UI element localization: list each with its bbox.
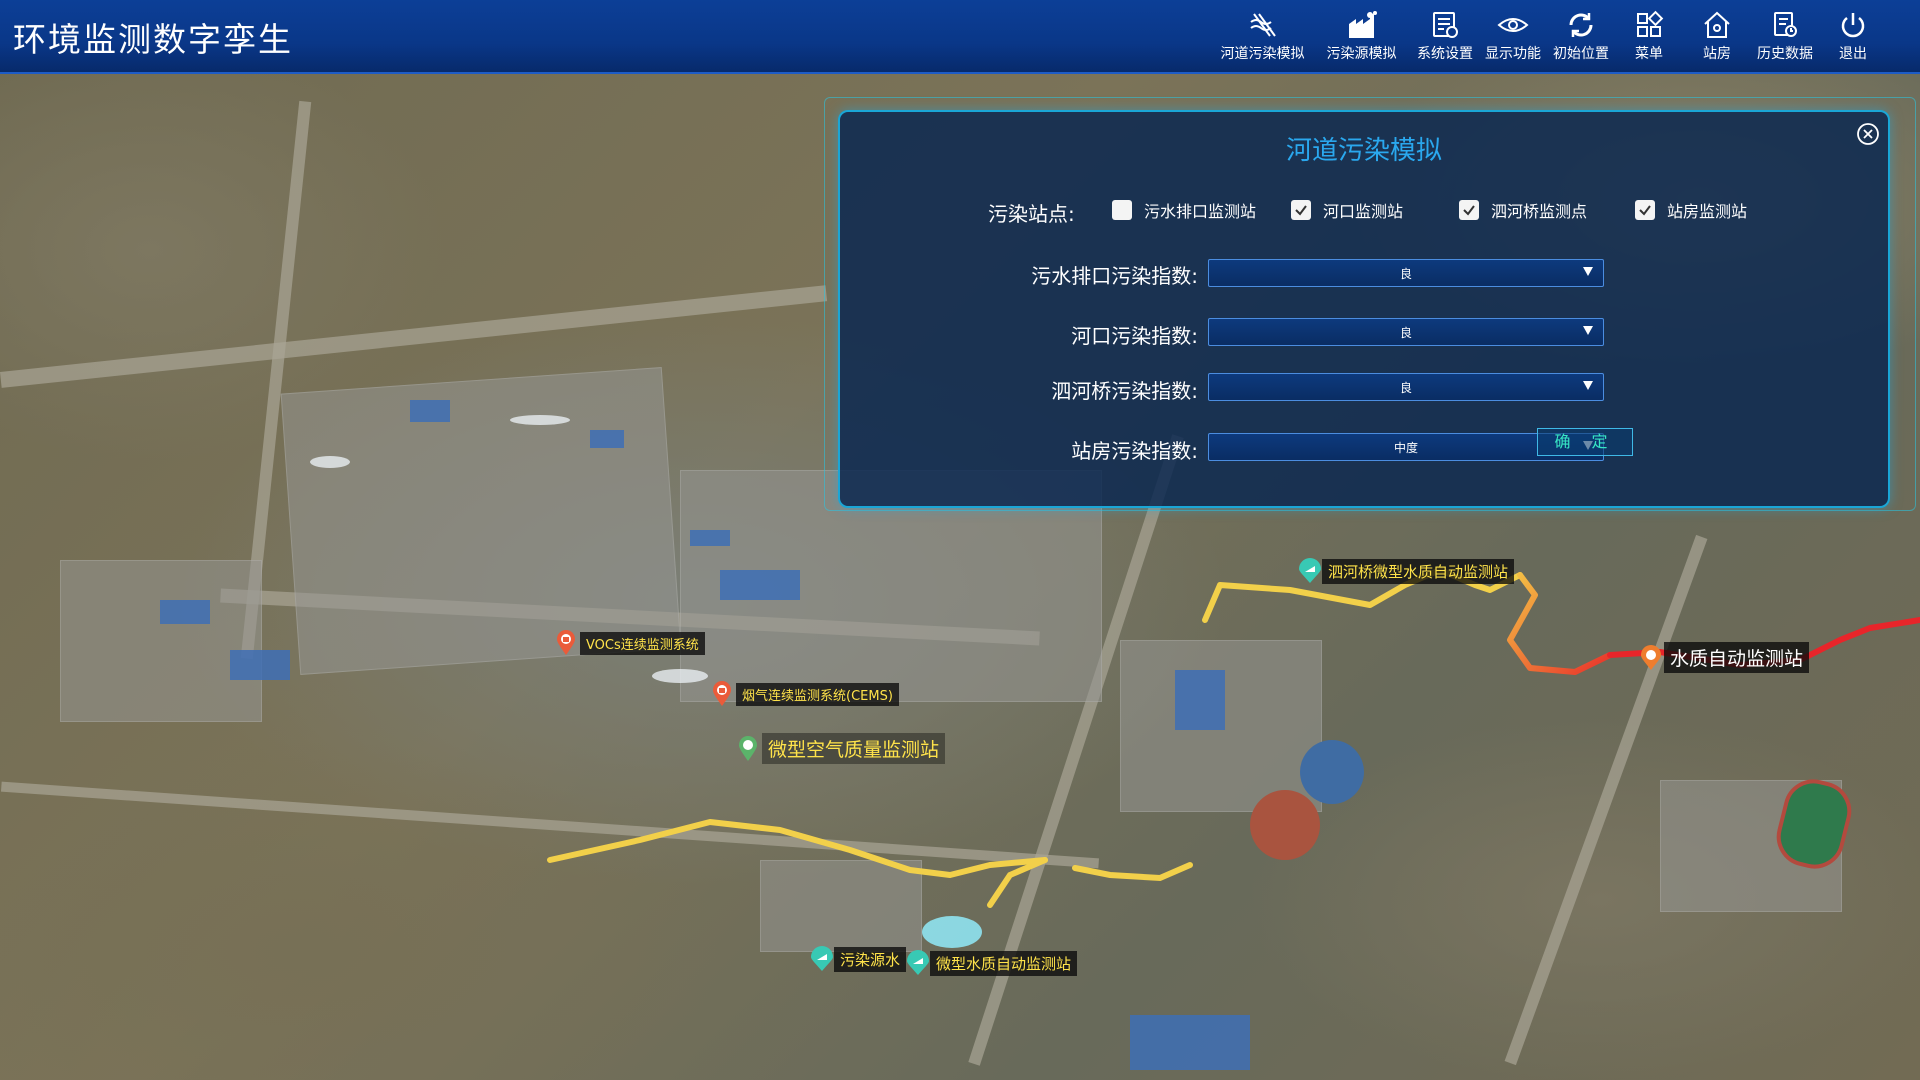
- marker-cems[interactable]: 烟气连续监测系统(CEMS): [712, 681, 899, 707]
- factory-pin-icon: [556, 630, 576, 656]
- chevron-down-icon: [1583, 267, 1593, 276]
- station-checkbox-outfall[interactable]: 污水排口监测站: [1112, 198, 1256, 222]
- checkbox-unchecked[interactable]: [1112, 200, 1132, 220]
- marker-label: 微型空气质量监测站: [762, 733, 946, 764]
- history-doc-icon: [1769, 8, 1801, 42]
- water-station-pin-icon: [1640, 644, 1661, 671]
- confirm-button[interactable]: 确 定: [1537, 428, 1633, 456]
- tool-river-pollution-button[interactable]: 河道污染模拟: [1214, 8, 1311, 68]
- marker-label: 泗河桥微型水质自动监测站: [1322, 558, 1515, 584]
- station-checkbox-estuary[interactable]: 河口监测站: [1291, 198, 1403, 222]
- tool-label: 菜单: [1635, 46, 1663, 62]
- tool-exit-button[interactable]: 退出: [1820, 8, 1886, 68]
- water-pin-icon: [906, 950, 929, 976]
- toolbar: 河道污染模拟 污染源模拟 系统设置 显示功能 初始位置 菜单 站房 历史数据 退…: [1212, 8, 1886, 68]
- tool-label: 站房: [1703, 46, 1731, 62]
- tool-initial-position-button[interactable]: 初始位置: [1548, 8, 1614, 68]
- station-label: 泗河桥监测点: [1491, 202, 1588, 221]
- station-checkbox-station-house[interactable]: 站房监测站: [1635, 198, 1747, 222]
- index-label-estuary: 河口污染指数:: [1071, 324, 1198, 348]
- river-segment-yellow: [1072, 862, 1193, 882]
- river-segment-yellow: [547, 819, 1048, 878]
- marker-label: VOCs连续监测系统: [580, 631, 705, 655]
- smoke-plume: [310, 456, 350, 468]
- smoke-plume: [510, 415, 570, 425]
- factory-pin-icon: [712, 681, 732, 707]
- station-label: 站房监测站: [1667, 202, 1748, 221]
- settings-doc-icon: [1429, 8, 1461, 42]
- index-select-outfall[interactable]: 良: [1208, 259, 1604, 287]
- close-button[interactable]: [1856, 122, 1880, 146]
- dialog-title: 河道污染模拟: [1285, 136, 1442, 166]
- pollution-water-area: [922, 916, 982, 948]
- index-label-sihe-bridge: 泗河桥污染指数:: [1051, 379, 1198, 403]
- marker-air-station[interactable]: 微型空气质量监测站: [738, 733, 946, 764]
- marker-pollution-source[interactable]: 污染源水: [810, 946, 907, 972]
- tool-menu-button[interactable]: 菜单: [1616, 8, 1682, 68]
- tool-pollution-source-button[interactable]: 污染源模拟: [1313, 8, 1410, 68]
- tool-system-settings-button[interactable]: 系统设置: [1412, 8, 1478, 68]
- marker-vocs[interactable]: VOCs连续监测系统: [556, 630, 705, 656]
- factory-icon: [1346, 8, 1378, 42]
- index-label-outfall: 污水排口污染指数:: [1031, 264, 1198, 288]
- chevron-down-icon: [1583, 326, 1593, 335]
- tool-label: 河道污染模拟: [1220, 46, 1305, 62]
- select-value: 良: [1399, 326, 1412, 340]
- marker-sihe-bridge-station[interactable]: 泗河桥微型水质自动监测站: [1298, 558, 1515, 584]
- index-label-station-house: 站房污染指数:: [1071, 439, 1198, 463]
- marker-label: 微型水质自动监测站: [930, 950, 1078, 976]
- reset-icon: [1565, 8, 1597, 42]
- station-label: 污水排口监测站: [1144, 202, 1257, 221]
- marker-label: 污染源水: [834, 946, 907, 972]
- marker-water-auto-station[interactable]: 水质自动监测站: [1640, 642, 1810, 673]
- check-icon: [1463, 205, 1475, 216]
- power-icon: [1837, 8, 1869, 42]
- index-select-sihe-bridge[interactable]: 良: [1208, 373, 1604, 401]
- air-pin-icon: [738, 735, 758, 762]
- tool-display-button[interactable]: 显示功能: [1480, 8, 1546, 68]
- tool-label: 污染源模拟: [1326, 46, 1397, 62]
- river-pollution-dialog: 河道污染模拟 污染站点: 污水排口监测站 河口监测站 泗河桥监测点 站房监测站 …: [838, 110, 1890, 508]
- marker-label: 烟气连续监测系统(CEMS): [736, 682, 899, 706]
- river-pollution-icon: [1247, 8, 1279, 42]
- river-segment-orange: [1507, 572, 1613, 675]
- tool-station-house-button[interactable]: 站房: [1684, 8, 1750, 68]
- app-header: 环境监测数字孪生 河道污染模拟 污染源模拟 系统设置 显示功能 初始位置 菜单 …: [0, 0, 1920, 74]
- chevron-down-icon: [1583, 381, 1593, 390]
- smoke-plume: [652, 669, 708, 683]
- marker-micro-water-station[interactable]: 微型水质自动监测站: [906, 950, 1078, 976]
- check-icon: [1295, 205, 1307, 216]
- house-icon: [1701, 8, 1733, 42]
- tool-label: 显示功能: [1485, 46, 1541, 62]
- check-icon: [1639, 205, 1651, 216]
- close-icon: [1857, 123, 1879, 145]
- grid-menu-icon: [1633, 8, 1665, 42]
- tool-label: 初始位置: [1553, 46, 1609, 62]
- station-checkbox-sihe-bridge[interactable]: 泗河桥监测点: [1459, 198, 1587, 222]
- checkbox-checked[interactable]: [1291, 200, 1311, 220]
- select-value: 良: [1399, 267, 1412, 281]
- water-pin-icon: [1298, 558, 1321, 584]
- marker-label: 水质自动监测站: [1664, 642, 1810, 673]
- water-pin-icon: [810, 946, 833, 972]
- tool-label: 退出: [1839, 46, 1867, 62]
- index-select-estuary[interactable]: 良: [1208, 318, 1604, 346]
- checkbox-checked[interactable]: [1635, 200, 1655, 220]
- eye-icon: [1497, 8, 1529, 42]
- tool-label: 历史数据: [1757, 46, 1813, 62]
- station-label: 河口监测站: [1323, 202, 1404, 221]
- stations-label: 污染站点:: [988, 202, 1075, 226]
- select-value: 良: [1399, 381, 1412, 395]
- app-title: 环境监测数字孪生: [13, 20, 293, 59]
- tool-label: 系统设置: [1417, 46, 1473, 62]
- tool-history-data-button[interactable]: 历史数据: [1752, 8, 1818, 68]
- checkbox-checked[interactable]: [1459, 200, 1479, 220]
